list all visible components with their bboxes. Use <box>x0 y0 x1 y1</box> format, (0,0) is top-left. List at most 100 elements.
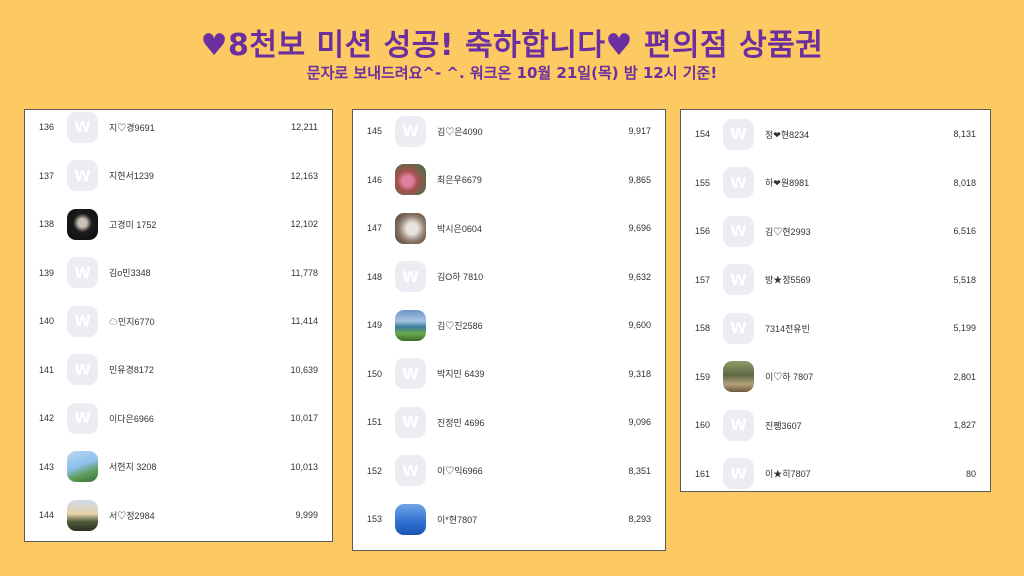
avatar-placeholder-icon[interactable]: W <box>723 409 754 441</box>
rank-number: 155 <box>695 177 711 188</box>
list-item[interactable]: 161 W 이★히7807 80 <box>681 450 990 498</box>
avatar-placeholder-icon[interactable]: W <box>395 261 426 292</box>
step-count: 9,696 <box>628 223 651 233</box>
rank-number: 152 <box>367 465 383 476</box>
list-item[interactable]: 138 고경미 1752 12,102 <box>25 200 332 248</box>
list-item[interactable]: 153 이*현7807 8,293 <box>353 495 665 543</box>
avatar-placeholder-icon[interactable]: W <box>67 305 98 337</box>
ranking-panel-1: 136 W 지♡경9691 12,211 137 W 지현서1239 12,163 138 고경미… <box>24 109 333 542</box>
list-item[interactable]: 146 최은우6679 9,865 <box>353 156 665 204</box>
avatar-placeholder-icon[interactable]: W <box>723 167 754 198</box>
walkon-logo-icon: W <box>730 270 747 289</box>
list-item[interactable]: 152 W 이♡익6966 8,351 <box>353 447 665 495</box>
list-item[interactable]: 136 W 지♡경9691 12,211 <box>25 103 332 151</box>
avatar-placeholder-icon[interactable]: W <box>723 118 754 150</box>
step-count: 8,293 <box>628 514 651 524</box>
avatar-placeholder-icon[interactable]: W <box>395 406 426 438</box>
avatar-photo[interactable] <box>67 208 98 240</box>
avatar-photo[interactable] <box>723 361 754 392</box>
step-count: 10,013 <box>290 461 318 472</box>
avatar-photo[interactable] <box>395 309 426 341</box>
list-item[interactable]: 160 W 진쨍3607 1,827 <box>681 401 990 449</box>
walkon-logo-icon: W <box>402 413 419 431</box>
step-count: 10,639 <box>290 364 318 375</box>
user-name: 김♡현2993 <box>765 226 811 237</box>
step-count: 11,414 <box>291 316 318 326</box>
step-count: 9,999 <box>295 510 318 520</box>
walkon-logo-icon: W <box>730 173 747 192</box>
step-count: 9,096 <box>628 417 651 427</box>
avatar-placeholder-icon[interactable]: W <box>395 115 426 147</box>
avatar-placeholder-icon[interactable]: W <box>723 215 754 247</box>
step-count: 10,017 <box>290 413 318 423</box>
list-item[interactable]: 145 W 김♡은4090 9,917 <box>353 107 665 155</box>
avatar-placeholder-icon[interactable]: W <box>723 458 754 489</box>
step-count: 9,318 <box>628 368 651 379</box>
rank-number: 139 <box>39 267 55 278</box>
user-name: 정❤현8234 <box>765 129 810 140</box>
avatar-placeholder-icon[interactable]: W <box>67 402 98 434</box>
avatar-placeholder-icon[interactable]: W <box>67 160 98 191</box>
avatar-placeholder-icon[interactable]: W <box>67 354 98 385</box>
rank-number: 147 <box>367 223 383 233</box>
walkon-logo-icon: W <box>74 312 91 330</box>
list-item[interactable]: 142 W 이다은6966 10,017 <box>25 394 332 442</box>
list-item[interactable]: 158 W 7314전유빈 5,199 <box>681 304 990 352</box>
list-item[interactable]: 151 W 진정민 4696 9,096 <box>353 398 665 446</box>
walkon-logo-icon: W <box>730 319 747 337</box>
list-item[interactable]: 141 W 민유경8172 10,639 <box>25 346 332 394</box>
rank-number: 137 <box>39 170 55 181</box>
list-item[interactable]: 150 W 박지민 6439 9,318 <box>353 350 665 398</box>
user-name: 김♡진2586 <box>437 320 483 331</box>
list-item[interactable]: 159 이♡하 7807 2,801 <box>681 353 990 401</box>
rank-number: 156 <box>695 226 711 236</box>
avatar-photo[interactable] <box>67 499 98 531</box>
avatar-photo[interactable] <box>67 451 98 482</box>
user-name: 김♡은4090 <box>437 126 483 137</box>
user-name: 이다은6966 <box>109 413 154 424</box>
list-item[interactable]: 156 W 김♡현2993 6,516 <box>681 207 990 255</box>
list-item[interactable]: 144 서♡정2984 9,999 <box>25 491 332 539</box>
list-item[interactable]: 155 W 하❤원8981 8,018 <box>681 159 990 207</box>
rank-number: 140 <box>39 316 55 326</box>
avatar-placeholder-icon[interactable]: W <box>395 455 426 486</box>
step-count: 9,865 <box>628 174 651 185</box>
user-name: 진정민 4696 <box>437 417 485 428</box>
list-item[interactable]: 149 김♡진2586 9,600 <box>353 301 665 349</box>
rank-number: 161 <box>695 468 711 479</box>
list-item[interactable]: 157 W 방★정5569 5,518 <box>681 256 990 304</box>
list-item[interactable]: 137 W 지현서1239 12,163 <box>25 152 332 200</box>
avatar-placeholder-icon[interactable]: W <box>723 312 754 344</box>
avatar-photo[interactable] <box>395 212 426 244</box>
user-name: 민유경8172 <box>109 365 154 375</box>
list-item[interactable]: 139 W 김o민3348 11,778 <box>25 249 332 297</box>
ranking-panel-3: 154 W 정❤현8234 8,131 155 W 하❤원8981 8,018 156 W 김♡현2… <box>680 109 991 492</box>
list-item[interactable]: 154 W 정❤현8234 8,131 <box>681 110 990 158</box>
list-item[interactable]: 140 W ☁민지6770 11,414 <box>25 297 332 345</box>
avatar-photo[interactable] <box>395 503 426 535</box>
user-name: 김O하 7810 <box>437 272 484 282</box>
rank-number: 142 <box>39 413 55 423</box>
avatar-placeholder-icon[interactable]: W <box>723 264 754 295</box>
rank-number: 160 <box>695 420 711 430</box>
avatar-photo[interactable] <box>395 164 426 195</box>
user-name: 김o민3348 <box>109 268 151 278</box>
list-item[interactable]: 143 서현지 3208 10,013 <box>25 443 332 491</box>
user-name: 진쨍3607 <box>765 420 802 431</box>
step-count: 5,199 <box>953 323 976 333</box>
rank-number: 145 <box>367 126 383 136</box>
step-count: 9,600 <box>628 320 651 330</box>
rank-number: 146 <box>367 174 383 185</box>
list-item[interactable]: 147 박시은0604 9,696 <box>353 204 665 252</box>
rank-number: 154 <box>695 129 711 139</box>
user-name: 박시은0604 <box>437 223 482 234</box>
avatar-placeholder-icon[interactable]: W <box>67 111 98 143</box>
user-name: 이♡하 7807 <box>765 372 814 382</box>
user-name: 7314전유빈 <box>765 323 810 334</box>
user-name: 이♡익6966 <box>437 466 483 476</box>
step-count: 8,351 <box>628 465 651 476</box>
avatar-placeholder-icon[interactable]: W <box>67 257 98 288</box>
rank-number: 136 <box>39 122 55 132</box>
list-item[interactable]: 148 W 김O하 7810 9,632 <box>353 253 665 301</box>
avatar-placeholder-icon[interactable]: W <box>395 358 426 389</box>
